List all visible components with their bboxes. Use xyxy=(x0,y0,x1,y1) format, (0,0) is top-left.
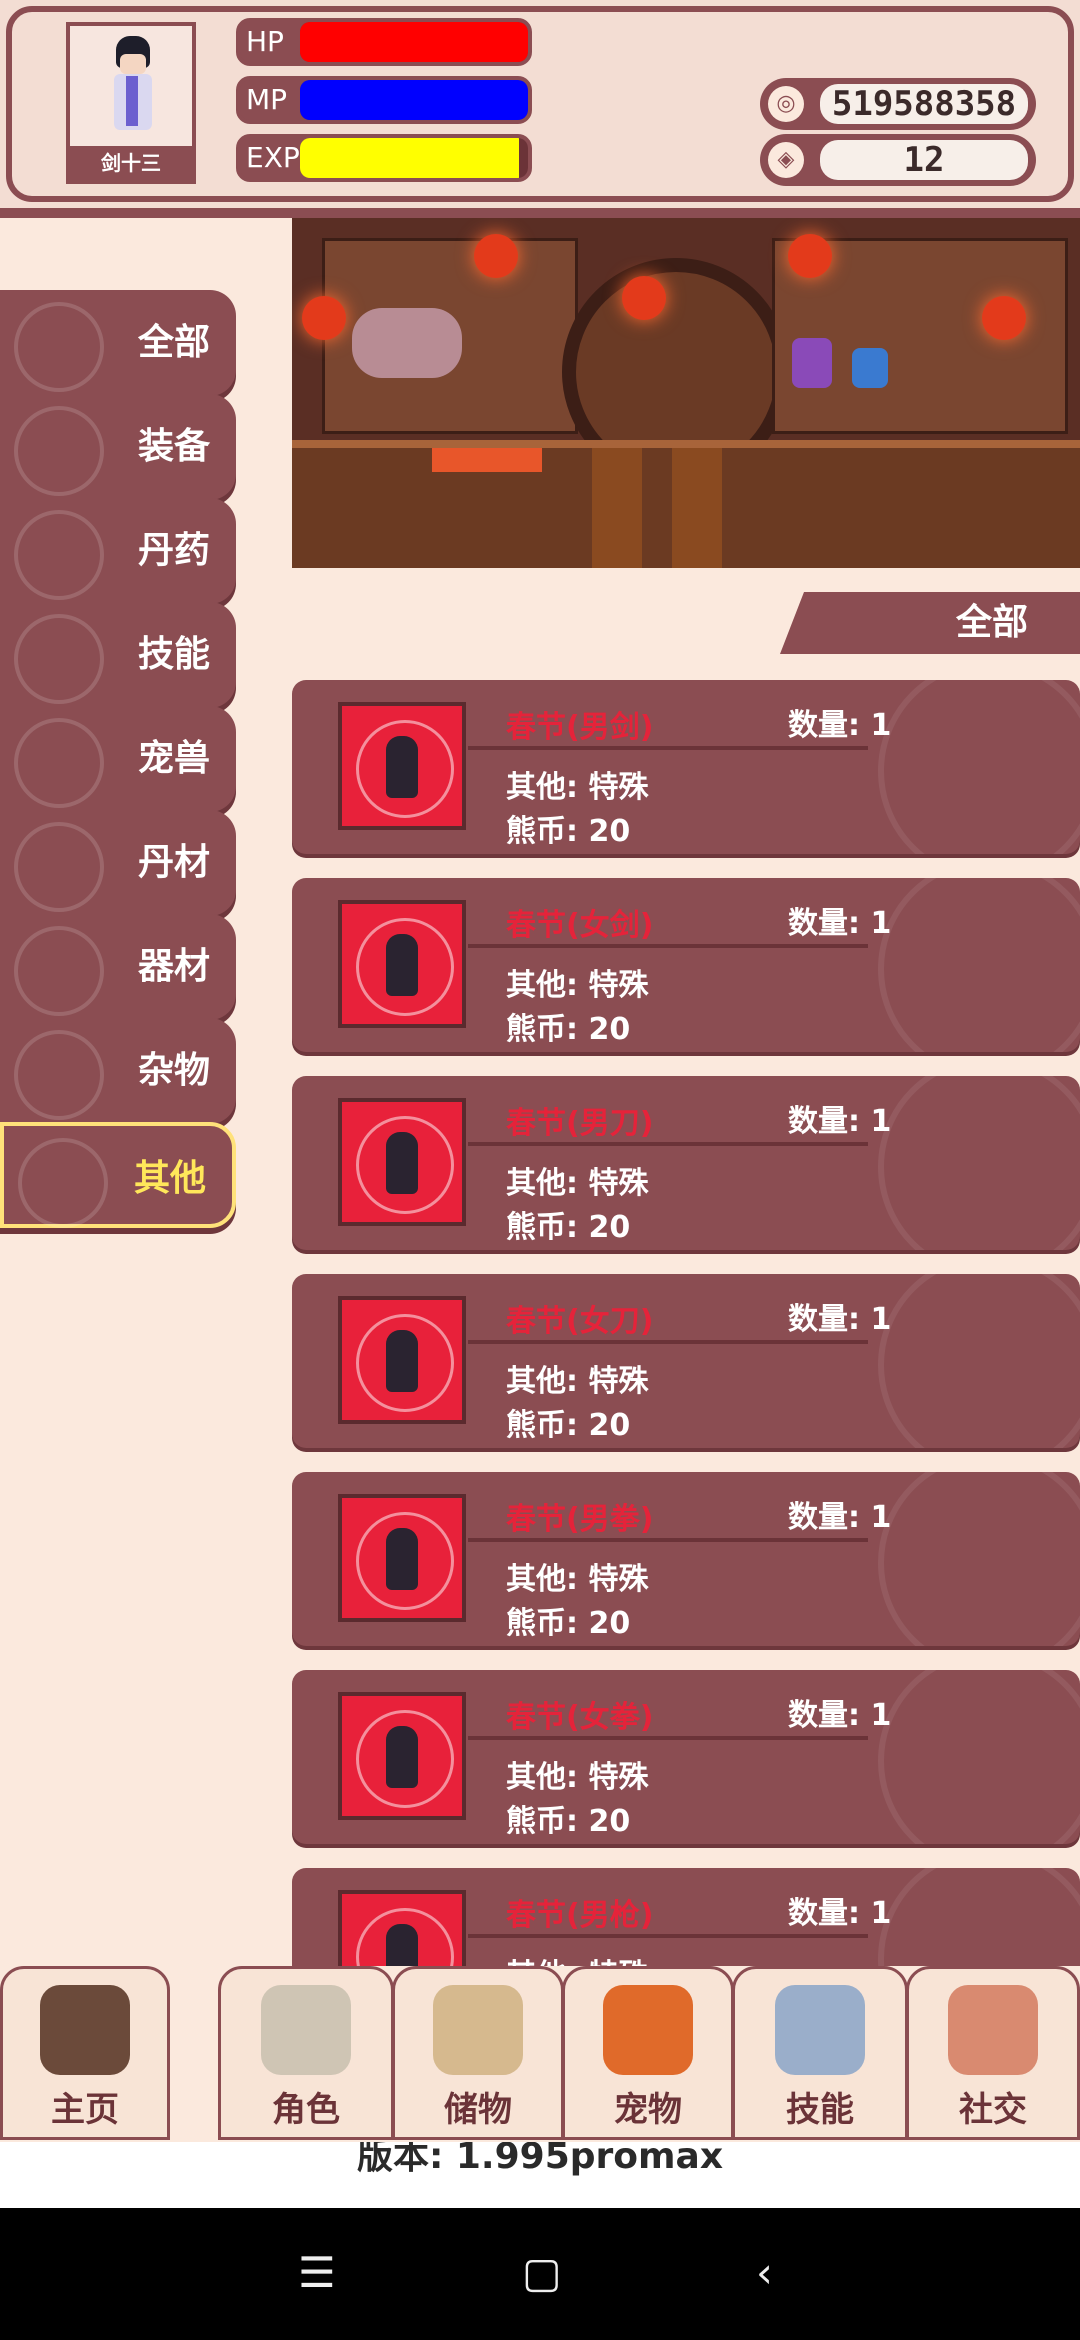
item-thumbnail xyxy=(338,1692,466,1820)
nav-label: 宠物 xyxy=(614,2090,682,2130)
item-thumbnail xyxy=(338,900,466,1028)
divider xyxy=(468,1538,868,1542)
star-emblem-icon xyxy=(878,878,1080,1052)
nav-label: 社交 xyxy=(959,2090,1027,2130)
star-emblem-icon xyxy=(878,680,1080,854)
character-costume-icon xyxy=(386,1330,418,1392)
menu-icon[interactable]: ☰ xyxy=(298,2248,336,2297)
item-type: 其他: 特殊 xyxy=(506,1364,649,1399)
item-quantity: 数量: 1 xyxy=(788,1500,892,1535)
item-price: 熊币: 20 xyxy=(506,1804,631,1839)
nav-tab-5[interactable]: 社交 xyxy=(906,1966,1080,2140)
item-type: 其他: 特殊 xyxy=(506,1950,648,1966)
item-name: 春节(男拳) xyxy=(506,1502,654,1537)
star-emblem-icon xyxy=(878,1076,1080,1250)
item-name: 春节(女刀) xyxy=(506,1304,654,1339)
divider xyxy=(468,1736,868,1740)
item-card[interactable]: 春节(男刀) 数量: 1 其他: 特殊 熊币: 20 xyxy=(292,1076,1080,1250)
nav-tab-1[interactable]: 角色 xyxy=(218,1966,394,2140)
divider xyxy=(468,1934,868,1938)
nav-icon xyxy=(40,1985,130,2075)
nav-icon xyxy=(261,1985,351,2075)
divider xyxy=(468,1142,868,1146)
item-card[interactable]: 春节(男拳) 数量: 1 其他: 特殊 熊币: 20 xyxy=(292,1472,1080,1646)
item-name: 春节(女拳) xyxy=(506,1700,654,1735)
item-quantity: 数量: 1 xyxy=(788,1896,892,1931)
nav-tab-3[interactable]: 宠物 xyxy=(562,1966,734,2140)
item-name: 春节(男剑) xyxy=(506,710,654,745)
nav-label: 储物 xyxy=(444,2090,512,2130)
divider xyxy=(468,944,868,948)
star-emblem-icon xyxy=(878,1472,1080,1646)
nav-label: 技能 xyxy=(786,2090,854,2130)
nav-icon xyxy=(603,1985,693,2075)
nav-tab-0[interactable]: 主页 xyxy=(0,1966,170,2140)
item-type: 其他: 特殊 xyxy=(506,770,649,805)
nav-tab-4[interactable]: 技能 xyxy=(732,1966,908,2140)
star-emblem-icon xyxy=(878,1868,1080,1966)
item-quantity: 数量: 1 xyxy=(788,906,892,941)
home-icon[interactable]: ▢ xyxy=(522,2248,562,2297)
item-thumbnail xyxy=(338,1098,466,1226)
star-emblem-icon xyxy=(878,1274,1080,1448)
item-list: 春节(男剑) 数量: 1 其他: 特殊 熊币: 20 春节(女剑) 数量: 1 其他: 特殊… xyxy=(0,0,1080,1966)
character-costume-icon xyxy=(386,934,418,996)
item-thumbnail xyxy=(338,1890,466,1966)
item-type: 其他: 特殊 xyxy=(506,1562,649,1597)
system-navigation-bar: ☰ ▢ ‹ xyxy=(0,2208,1080,2340)
item-quantity: 数量: 1 xyxy=(788,1302,892,1337)
item-card[interactable]: 春节(男剑) 数量: 1 其他: 特殊 熊币: 20 xyxy=(292,680,1080,854)
item-type: 其他: 特殊 xyxy=(506,1166,649,1201)
item-card[interactable]: 春节(女剑) 数量: 1 其他: 特殊 熊币: 20 xyxy=(292,878,1080,1052)
item-price: 熊币: 20 xyxy=(506,1606,631,1641)
character-costume-icon xyxy=(386,736,418,798)
item-price: 熊币: 20 xyxy=(506,1408,631,1443)
item-name: 春节(女剑) xyxy=(506,908,654,943)
back-icon[interactable]: ‹ xyxy=(756,2248,773,2297)
character-costume-icon xyxy=(386,1132,418,1194)
character-costume-icon xyxy=(386,1924,418,1966)
divider xyxy=(468,1340,868,1344)
character-costume-icon xyxy=(386,1726,418,1788)
nav-icon xyxy=(775,1985,865,2075)
item-card[interactable]: 春节(男枪)数量: 1其他: 特殊熊币: 20 xyxy=(292,1868,1080,1966)
nav-tab-2[interactable]: 储物 xyxy=(392,1966,564,2140)
item-thumbnail xyxy=(338,702,466,830)
nav-label: 角色 xyxy=(272,2090,340,2130)
version-text: 版本: 1.995promax xyxy=(0,2142,1080,2208)
nav-icon xyxy=(948,1985,1038,2075)
item-price: 熊币: 20 xyxy=(506,1210,631,1245)
item-quantity: 数量: 1 xyxy=(788,1104,892,1139)
item-quantity: 数量: 1 xyxy=(788,1698,892,1733)
item-price: 熊币: 20 xyxy=(506,814,631,849)
star-emblem-icon xyxy=(878,1670,1080,1844)
divider xyxy=(468,746,868,750)
item-type: 其他: 特殊 xyxy=(506,1760,649,1795)
item-quantity: 数量: 1 xyxy=(788,708,892,743)
item-thumbnail xyxy=(338,1494,466,1622)
bottom-navigation: 主页 角色 储物 宠物 技能 社交 xyxy=(0,1966,1080,2140)
item-price: 熊币: 20 xyxy=(506,1012,631,1047)
item-thumbnail xyxy=(338,1296,466,1424)
item-card[interactable]: 春节(女拳) 数量: 1 其他: 特殊 熊币: 20 xyxy=(292,1670,1080,1844)
nav-icon xyxy=(433,1985,523,2075)
item-card[interactable]: 春节(女刀) 数量: 1 其他: 特殊 熊币: 20 xyxy=(292,1274,1080,1448)
item-type: 其他: 特殊 xyxy=(506,968,649,1003)
item-name: 春节(男枪) xyxy=(506,1898,654,1933)
nav-label: 主页 xyxy=(51,2090,119,2130)
character-costume-icon xyxy=(386,1528,418,1590)
item-name: 春节(男刀) xyxy=(506,1106,654,1141)
